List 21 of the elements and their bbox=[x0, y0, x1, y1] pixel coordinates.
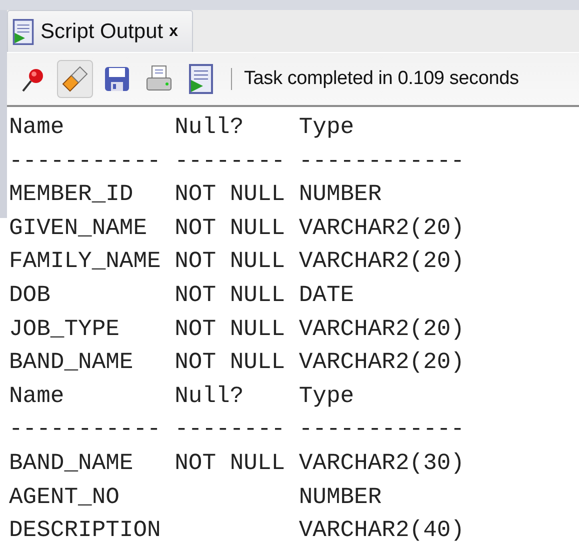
output-line: DOB NOT NULL DATE bbox=[9, 280, 356, 310]
output-line: GIVEN_NAME NOT NULL VARCHAR2(20) bbox=[9, 214, 466, 243]
output-line: MEMBER_ID NOT NULL NUMBER bbox=[9, 180, 383, 210]
output-line: AGENT_NO NUMBER bbox=[9, 482, 383, 512]
output-line: BAND_NAME NOT NULL VARCHAR2(20) bbox=[9, 348, 466, 378]
clear-button[interactable] bbox=[57, 60, 93, 98]
printer-icon bbox=[145, 65, 173, 93]
eraser-icon bbox=[60, 64, 90, 94]
output-line: BAND_NAME NOT NULL VARCHAR2(30) bbox=[9, 448, 466, 478]
output-line: FAMILY_NAME NOT NULL VARCHAR2(20) bbox=[9, 247, 466, 276]
output-line: ----------- -------- ------------ bbox=[9, 146, 466, 176]
script-output-tab[interactable]: Script Output x bbox=[7, 10, 193, 52]
output-line: Name Null? Type bbox=[9, 113, 356, 142]
output-line: DESCRIPTION VARCHAR2(40) bbox=[9, 516, 466, 545]
output-line: ----------- -------- ------------ bbox=[9, 415, 466, 444]
script-document-icon bbox=[188, 64, 214, 94]
close-button[interactable]: x bbox=[169, 22, 178, 40]
output-line: Name Null? Type bbox=[9, 382, 356, 411]
status-text: Task completed in 0.109 seconds bbox=[244, 68, 519, 90]
output-line: JOB_TYPE NOT NULL VARCHAR2(20) bbox=[9, 314, 466, 344]
script-document-icon bbox=[12, 18, 35, 46]
